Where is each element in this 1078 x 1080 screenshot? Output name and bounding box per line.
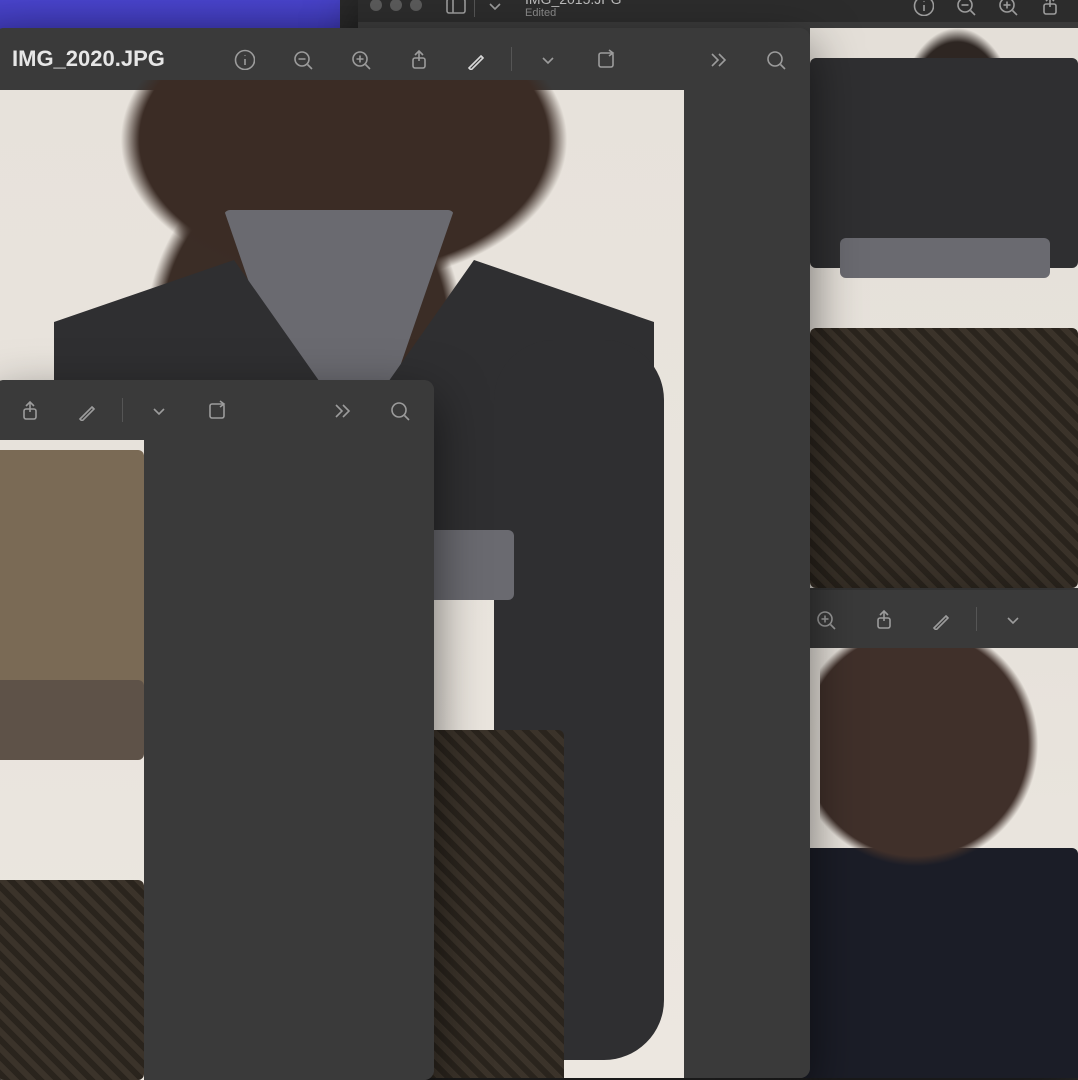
image-canvas-margin [684, 90, 810, 1078]
double-chevron-right-icon[interactable] [324, 393, 358, 427]
toolbar-divider [474, 0, 475, 17]
rotate-icon[interactable] [588, 42, 622, 76]
chevron-down-icon[interactable] [530, 42, 564, 76]
sidebar-toggle[interactable] [438, 0, 472, 22]
markup-pencil-icon[interactable] [70, 393, 104, 427]
share-icon[interactable] [12, 393, 46, 427]
traffic-lights[interactable] [370, 0, 422, 11]
photo-preview-right-bottom [790, 648, 1078, 1078]
rotate-icon[interactable] [199, 393, 233, 427]
photo-preview-front [0, 440, 144, 1080]
zoom-out-icon[interactable] [285, 42, 319, 76]
image-canvas-empty [144, 440, 434, 1080]
share-icon[interactable] [1032, 0, 1066, 22]
search-icon[interactable] [382, 393, 416, 427]
window-title: IMG_2015.JPG [525, 0, 622, 7]
window-subtitle: Edited [525, 7, 622, 19]
zoom-out-icon[interactable] [948, 0, 982, 22]
chevron-down-icon[interactable] [995, 602, 1029, 636]
toolbar [0, 380, 434, 440]
zoom-in-icon[interactable] [990, 0, 1024, 22]
search-icon[interactable] [758, 42, 792, 76]
window-title: IMG_2020.JPG [12, 46, 165, 72]
info-icon[interactable] [227, 42, 261, 76]
markup-pencil-icon[interactable] [459, 42, 493, 76]
titlebar[interactable]: IMG_2015.JPG Edited [358, 0, 1078, 22]
preview-window-right-lower [790, 590, 1078, 1078]
zoom-in-icon[interactable] [808, 602, 842, 636]
background-window [0, 0, 340, 30]
preview-window-front [0, 380, 434, 1080]
markup-pencil-icon[interactable] [924, 602, 958, 636]
double-chevron-right-icon[interactable] [700, 42, 734, 76]
chevron-down-icon[interactable] [141, 393, 175, 427]
share-icon[interactable] [866, 602, 900, 636]
zoom-in-icon[interactable] [343, 42, 377, 76]
chevron-down-icon[interactable] [477, 0, 511, 22]
share-icon[interactable] [401, 42, 435, 76]
photo-preview-right-top [810, 28, 1078, 588]
info-icon[interactable] [906, 0, 940, 22]
